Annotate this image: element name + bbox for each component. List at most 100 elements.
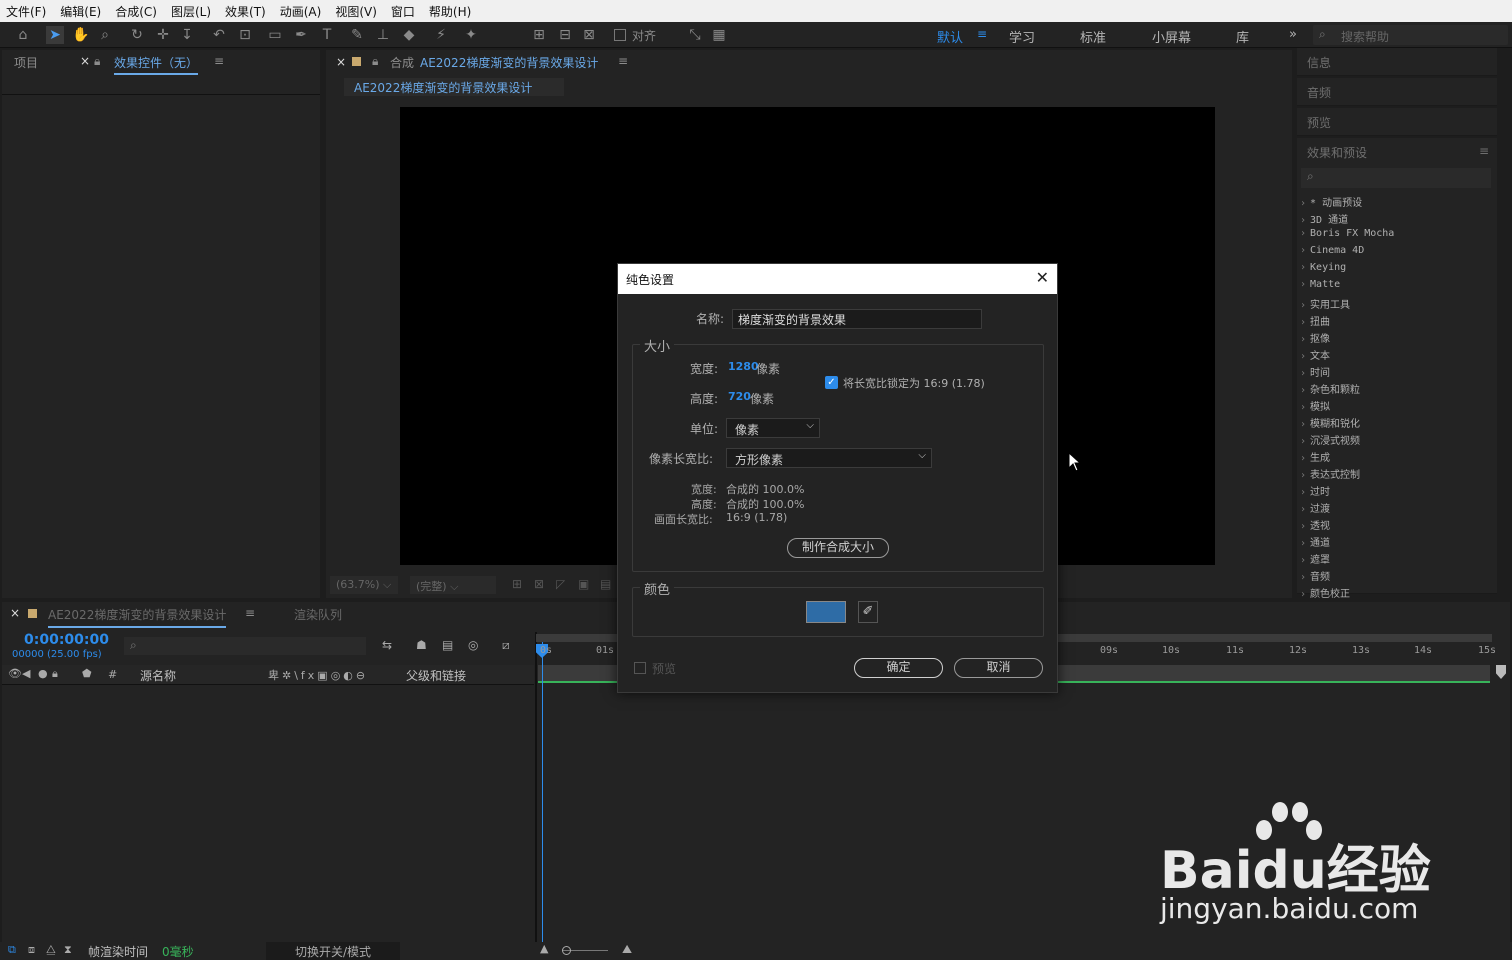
- transparency-grid-icon[interactable]: ⊠: [534, 577, 544, 591]
- close-icon[interactable]: ×: [10, 606, 20, 620]
- switches-icons[interactable]: 卑✲\fx▣◎◐⊖: [268, 667, 368, 683]
- pixel-aspect-select[interactable]: 方形像素 ⌵: [726, 448, 932, 468]
- rectangle-tool-icon[interactable]: ▭: [266, 26, 284, 44]
- color-swatch[interactable]: [806, 601, 846, 623]
- timecode[interactable]: 0:00:00:00: [24, 632, 109, 648]
- playhead-line[interactable]: [542, 642, 543, 942]
- lock-aspect-checkbox[interactable]: ✓: [825, 376, 838, 389]
- dolly-tool-icon[interactable]: ↧: [178, 26, 196, 44]
- effect-category-item[interactable]: 扭曲: [1300, 313, 1330, 328]
- preview-checkbox[interactable]: [634, 662, 646, 674]
- zoom-tool-icon[interactable]: ⌕: [96, 26, 114, 44]
- workspace-small-screen[interactable]: 小屏幕: [1152, 27, 1191, 46]
- puppet-pin-icon[interactable]: ✦: [462, 26, 480, 44]
- brush-tool-icon[interactable]: ✎: [348, 26, 366, 44]
- more-workspaces-icon[interactable]: »: [1289, 27, 1297, 42]
- menu-composition[interactable]: 合成(C): [115, 3, 157, 20]
- panel-menu-icon[interactable]: ≡: [214, 54, 224, 68]
- comp-breadcrumb[interactable]: AE2022梯度渐变的背景效果设计: [344, 78, 564, 96]
- workspace-libraries[interactable]: 库: [1236, 27, 1249, 46]
- effect-category-item[interactable]: 3D 通道: [1300, 211, 1348, 226]
- parent-link-col[interactable]: 父级和链接: [406, 667, 466, 684]
- workspace-standard[interactable]: 标准: [1080, 27, 1106, 46]
- resolution-select[interactable]: (完整) ⌵: [410, 576, 496, 594]
- effect-category-item[interactable]: 表达式控制: [1300, 466, 1360, 481]
- close-icon[interactable]: ×: [336, 55, 346, 69]
- effect-controls-tab[interactable]: 效果控件（无）: [114, 54, 199, 75]
- zoom-slider-thumb[interactable]: [562, 946, 571, 955]
- name-input[interactable]: [732, 309, 982, 329]
- anchor-tool-icon[interactable]: ⊡: [236, 26, 254, 44]
- zoom-out-icon[interactable]: ▲: [540, 942, 548, 955]
- source-name-col[interactable]: 源名称: [140, 667, 176, 684]
- view-axis-icon[interactable]: ⊠: [580, 26, 598, 44]
- effect-category-item[interactable]: 音频: [1300, 568, 1330, 583]
- pan-tool-icon[interactable]: ✛: [154, 26, 172, 44]
- audio-switch-icon[interactable]: ◀: [22, 667, 30, 680]
- render-queue-tab[interactable]: 渲染队列: [294, 606, 342, 623]
- effect-category-item[interactable]: 模拟: [1300, 398, 1330, 413]
- menu-window[interactable]: 窗口: [391, 3, 415, 20]
- effect-category-item[interactable]: 生成: [1300, 449, 1330, 464]
- effect-category-item[interactable]: 抠像: [1300, 330, 1330, 345]
- snapshot-icon[interactable]: ⊞: [512, 577, 522, 591]
- text-tool-icon[interactable]: T: [318, 26, 336, 44]
- info-tab[interactable]: 信息: [1297, 48, 1497, 76]
- workspace-menu-icon[interactable]: ≡: [977, 27, 987, 41]
- effect-category-item[interactable]: Matte: [1300, 279, 1340, 290]
- help-search[interactable]: ⌕ 搜索帮助: [1313, 25, 1508, 45]
- effect-category-item[interactable]: 沉浸式视频: [1300, 432, 1360, 447]
- menu-file[interactable]: 文件(F): [6, 3, 46, 20]
- pen-tool-icon[interactable]: ✒: [292, 26, 310, 44]
- menu-effect[interactable]: 效果(T): [225, 3, 266, 20]
- solo-icon[interactable]: ●: [38, 667, 48, 680]
- effect-category-item[interactable]: 模糊和锐化: [1300, 415, 1360, 430]
- layer-search-input[interactable]: ⌕: [124, 637, 366, 655]
- home-icon[interactable]: ⌂: [14, 26, 32, 44]
- label-tag-icon[interactable]: ⬟: [82, 667, 92, 680]
- preview-tab[interactable]: 预览: [1297, 108, 1497, 136]
- menu-help[interactable]: 帮助(H): [429, 3, 471, 20]
- grid-guides-icon[interactable]: ▤: [600, 577, 611, 591]
- effect-category-item[interactable]: 透视: [1300, 517, 1330, 532]
- effect-category-item[interactable]: * 动画预设: [1300, 194, 1362, 209]
- zoom-select[interactable]: (63.7%) ⌵: [330, 576, 398, 594]
- workspace-default[interactable]: 默认: [937, 27, 963, 46]
- effect-category-item[interactable]: 过渡: [1300, 500, 1330, 515]
- ok-button[interactable]: 确定: [854, 658, 943, 678]
- menu-layer[interactable]: 图层(L): [171, 3, 211, 20]
- lock-icon[interactable]: 🔒︎: [52, 667, 58, 681]
- frame-blending-icon[interactable]: ◎: [468, 638, 478, 652]
- eyedropper-icon[interactable]: ✐: [858, 601, 878, 623]
- snap-icon[interactable]: ⤡: [686, 26, 704, 44]
- make-comp-size-button[interactable]: 制作合成大小: [787, 538, 889, 558]
- close-icon[interactable]: ✕: [1036, 268, 1049, 287]
- orbit-tool-icon[interactable]: ↻: [128, 26, 146, 44]
- zoom-in-icon[interactable]: ⛰: [622, 942, 632, 957]
- menu-animation[interactable]: 动画(A): [280, 3, 322, 20]
- effect-category-item[interactable]: 颜色校正: [1300, 585, 1350, 600]
- eraser-tool-icon[interactable]: ◆: [400, 26, 418, 44]
- workspace-learn[interactable]: 学习: [1009, 27, 1035, 46]
- expand-layer-icon[interactable]: ⧈: [28, 943, 35, 957]
- local-axis-icon[interactable]: ⊞: [530, 26, 548, 44]
- work-area-end-handle[interactable]: [1496, 665, 1506, 679]
- panel-menu-icon[interactable]: ≡: [1479, 144, 1489, 158]
- effect-category-item[interactable]: Boris FX Mocha: [1300, 228, 1394, 239]
- graph-editor-icon[interactable]: ⧄: [502, 638, 510, 653]
- shy-layers-icon[interactable]: ▤: [442, 638, 453, 652]
- menu-view[interactable]: 视图(V): [335, 3, 377, 20]
- comp-tab-name[interactable]: AE2022梯度渐变的背景效果设计: [420, 54, 598, 71]
- effect-category-item[interactable]: 文本: [1300, 347, 1330, 362]
- effect-category-item[interactable]: Keying: [1300, 262, 1346, 273]
- draft-3d-icon[interactable]: ☗: [416, 638, 427, 652]
- effect-category-item[interactable]: 通道: [1300, 534, 1330, 549]
- cancel-button[interactable]: 取消: [954, 658, 1043, 678]
- modes-icon[interactable]: ⧋: [46, 943, 56, 957]
- panel-menu-icon[interactable]: ≡: [245, 606, 255, 620]
- panel-menu-icon[interactable]: ≡: [618, 54, 628, 68]
- roto-brush-icon[interactable]: ⚡: [432, 26, 450, 44]
- effect-category-item[interactable]: 杂色和颗粒: [1300, 381, 1360, 396]
- effect-category-item[interactable]: 遮罩: [1300, 551, 1330, 566]
- effect-category-item[interactable]: Cinema 4D: [1300, 245, 1364, 256]
